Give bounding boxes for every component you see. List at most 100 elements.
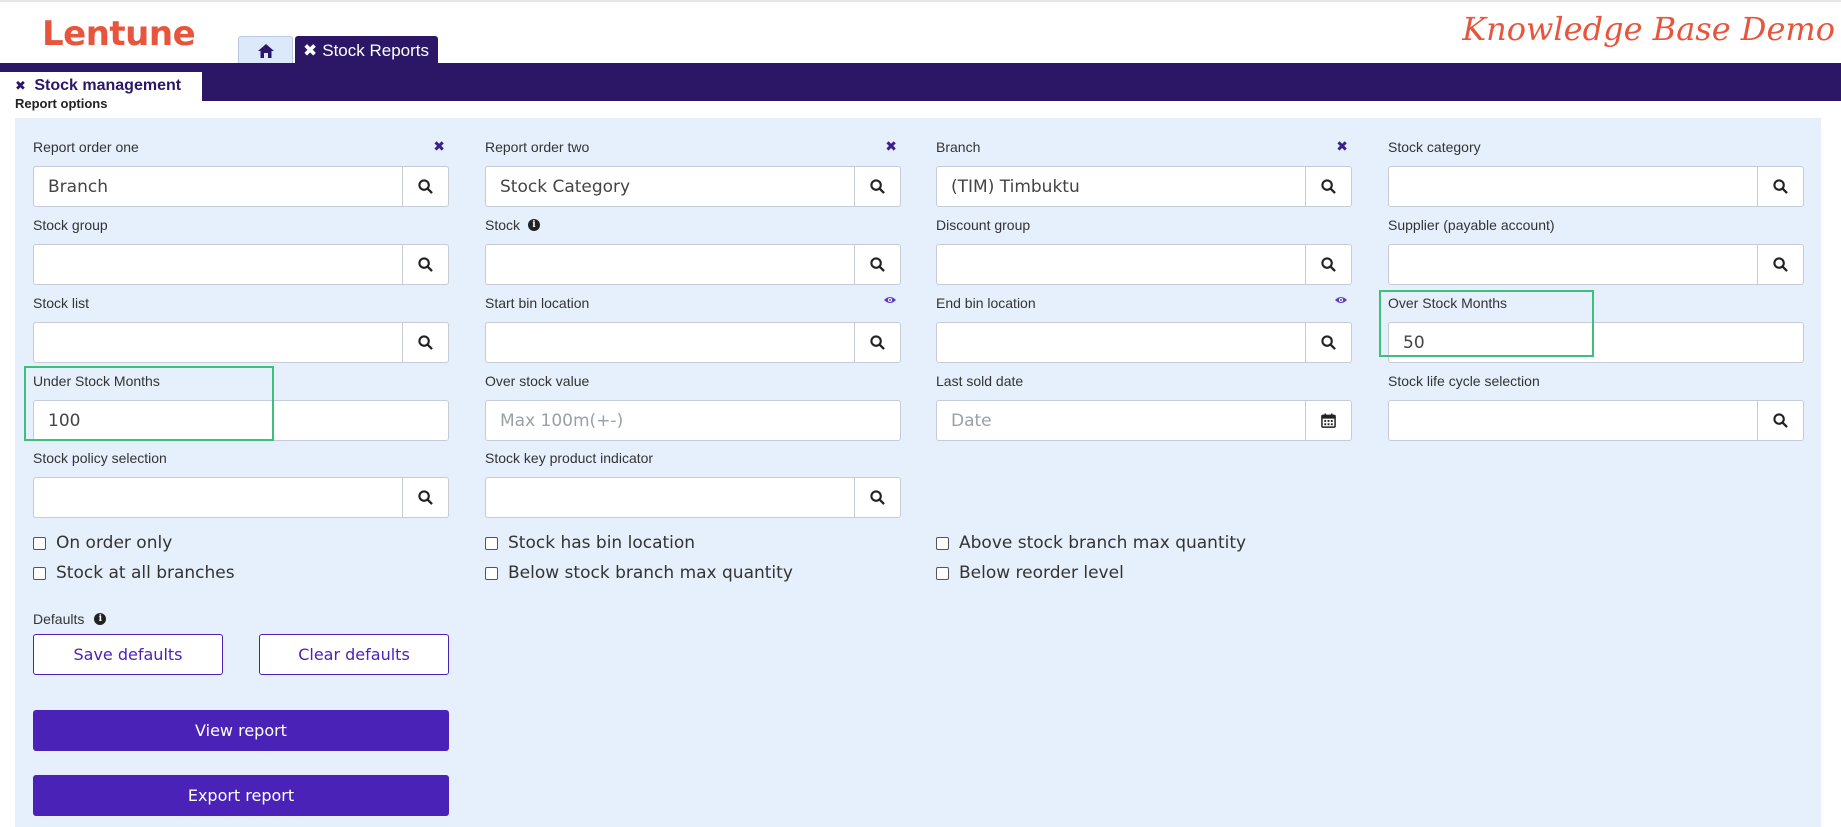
search-button[interactable] bbox=[1306, 322, 1352, 363]
search-button[interactable] bbox=[855, 166, 901, 207]
checkbox-label: Stock has bin location bbox=[508, 533, 696, 553]
save-defaults-button[interactable]: Save defaults bbox=[33, 634, 223, 675]
clear-icon[interactable]: ✖ bbox=[885, 138, 897, 155]
search-icon bbox=[418, 257, 433, 272]
tab-home[interactable] bbox=[238, 36, 293, 65]
stock-category-input[interactable] bbox=[1388, 166, 1758, 207]
defaults-section: Defaults i bbox=[33, 611, 107, 627]
search-button[interactable] bbox=[403, 477, 449, 518]
calendar-button[interactable] bbox=[1306, 400, 1352, 441]
tab-label: Stock Reports bbox=[322, 40, 430, 60]
stock-policy-input[interactable] bbox=[33, 477, 403, 518]
stock-life-cycle-input[interactable] bbox=[1388, 400, 1758, 441]
section-title: Report options bbox=[15, 96, 108, 111]
field-stock-group: Stock group bbox=[33, 216, 449, 285]
clear-icon[interactable]: ✖ bbox=[433, 138, 445, 155]
field-label: Over stock value bbox=[485, 373, 590, 389]
checkbox-below-reorder[interactable]: Below reorder level bbox=[936, 563, 1124, 583]
supplier-input[interactable] bbox=[1388, 244, 1758, 285]
discount-group-input[interactable] bbox=[936, 244, 1306, 285]
search-button[interactable] bbox=[855, 477, 901, 518]
search-icon bbox=[870, 257, 885, 272]
search-icon bbox=[418, 179, 433, 194]
field-label: Supplier (payable account) bbox=[1388, 217, 1555, 233]
field-stock-policy: Stock policy selection bbox=[33, 449, 449, 518]
search-button[interactable] bbox=[855, 244, 901, 285]
search-button[interactable] bbox=[1306, 244, 1352, 285]
checkbox-has-bin-location[interactable]: Stock has bin location bbox=[485, 533, 695, 553]
field-label: Report order one bbox=[33, 139, 139, 155]
search-button[interactable] bbox=[855, 322, 901, 363]
branch-input[interactable]: (TIM) Timbuktu bbox=[936, 166, 1306, 207]
tab-stock-reports[interactable]: ✖ Stock Reports bbox=[295, 36, 438, 65]
field-label: Stock group bbox=[33, 217, 108, 233]
report-order-two-input[interactable]: Stock Category bbox=[485, 166, 855, 207]
search-button[interactable] bbox=[1758, 244, 1804, 285]
search-icon bbox=[870, 179, 885, 194]
stock-key-product-input[interactable] bbox=[485, 477, 855, 518]
field-label: Stock bbox=[485, 217, 521, 233]
field-label: Report order two bbox=[485, 139, 590, 155]
eye-icon[interactable] bbox=[883, 295, 897, 305]
placeholder-text: Max 100m(+-) bbox=[500, 410, 624, 431]
stock-input[interactable] bbox=[485, 244, 855, 285]
stock-list-input[interactable] bbox=[33, 322, 403, 363]
checkbox-above-branch-max[interactable]: Above stock branch max quantity bbox=[936, 533, 1246, 553]
search-button[interactable] bbox=[1758, 166, 1804, 207]
checkbox-below-branch-max[interactable]: Below stock branch max quantity bbox=[485, 563, 793, 583]
search-icon bbox=[870, 490, 885, 505]
search-icon bbox=[1773, 413, 1788, 428]
view-report-button[interactable]: View report bbox=[33, 710, 449, 751]
clear-icon[interactable]: ✖ bbox=[1336, 138, 1348, 155]
search-button[interactable] bbox=[1306, 166, 1352, 207]
over-stock-value-input[interactable]: Max 100m(+-) bbox=[485, 400, 901, 441]
defaults-label: Defaults bbox=[33, 611, 85, 627]
checkbox[interactable] bbox=[33, 536, 46, 550]
report-order-one-input[interactable]: Branch bbox=[33, 166, 403, 207]
search-button[interactable] bbox=[403, 322, 449, 363]
field-start-bin-location: Start bin location bbox=[485, 294, 901, 363]
search-button[interactable] bbox=[403, 244, 449, 285]
eye-icon[interactable] bbox=[1334, 295, 1348, 305]
checkbox-stock-all-branches[interactable]: Stock at all branches bbox=[33, 563, 235, 583]
close-icon[interactable]: ✖ bbox=[303, 41, 317, 61]
start-bin-input[interactable] bbox=[485, 322, 855, 363]
field-label: Stock life cycle selection bbox=[1388, 373, 1540, 389]
field-discount-group: Discount group bbox=[936, 216, 1352, 285]
search-icon bbox=[870, 335, 885, 350]
field-end-bin-location: End bin location bbox=[936, 294, 1352, 363]
search-icon bbox=[1321, 335, 1336, 350]
end-bin-input[interactable] bbox=[936, 322, 1306, 363]
export-report-button[interactable]: Export report bbox=[33, 775, 449, 816]
search-icon bbox=[1773, 257, 1788, 272]
app-logo[interactable]: Lentune bbox=[42, 14, 196, 54]
stock-group-input[interactable] bbox=[33, 244, 403, 285]
checkbox[interactable] bbox=[936, 566, 949, 580]
field-supplier: Supplier (payable account) bbox=[1388, 216, 1804, 285]
field-stock: Stock i bbox=[485, 216, 901, 285]
home-icon bbox=[257, 44, 274, 58]
search-button[interactable] bbox=[1758, 400, 1804, 441]
field-stock-list: Stock list bbox=[33, 294, 449, 363]
info-icon[interactable]: i bbox=[94, 613, 107, 625]
checkbox[interactable] bbox=[485, 536, 498, 550]
field-report-order-one: Report order one ✖ Branch bbox=[33, 138, 449, 207]
calendar-icon bbox=[1321, 413, 1336, 428]
checkbox-label: Above stock branch max quantity bbox=[959, 533, 1247, 553]
info-icon[interactable]: i bbox=[528, 219, 541, 231]
close-icon[interactable]: ✖ bbox=[15, 78, 26, 93]
search-button[interactable] bbox=[403, 166, 449, 207]
search-icon bbox=[1321, 179, 1336, 194]
checkbox[interactable] bbox=[936, 536, 949, 550]
checkbox-on-order-only[interactable]: On order only bbox=[33, 533, 172, 553]
search-icon bbox=[418, 335, 433, 350]
checkbox[interactable] bbox=[33, 566, 46, 580]
field-label: Last sold date bbox=[936, 373, 1024, 389]
checkbox-label: Below stock branch max quantity bbox=[508, 563, 793, 583]
field-label: Stock list bbox=[33, 295, 90, 311]
knowledge-base-banner: Knowledge Base Demo bbox=[1462, 10, 1835, 48]
clear-defaults-button[interactable]: Clear defaults bbox=[259, 634, 449, 675]
field-label: Branch bbox=[936, 139, 981, 155]
checkbox[interactable] bbox=[485, 566, 498, 580]
last-sold-date-input[interactable]: Date bbox=[936, 400, 1306, 441]
